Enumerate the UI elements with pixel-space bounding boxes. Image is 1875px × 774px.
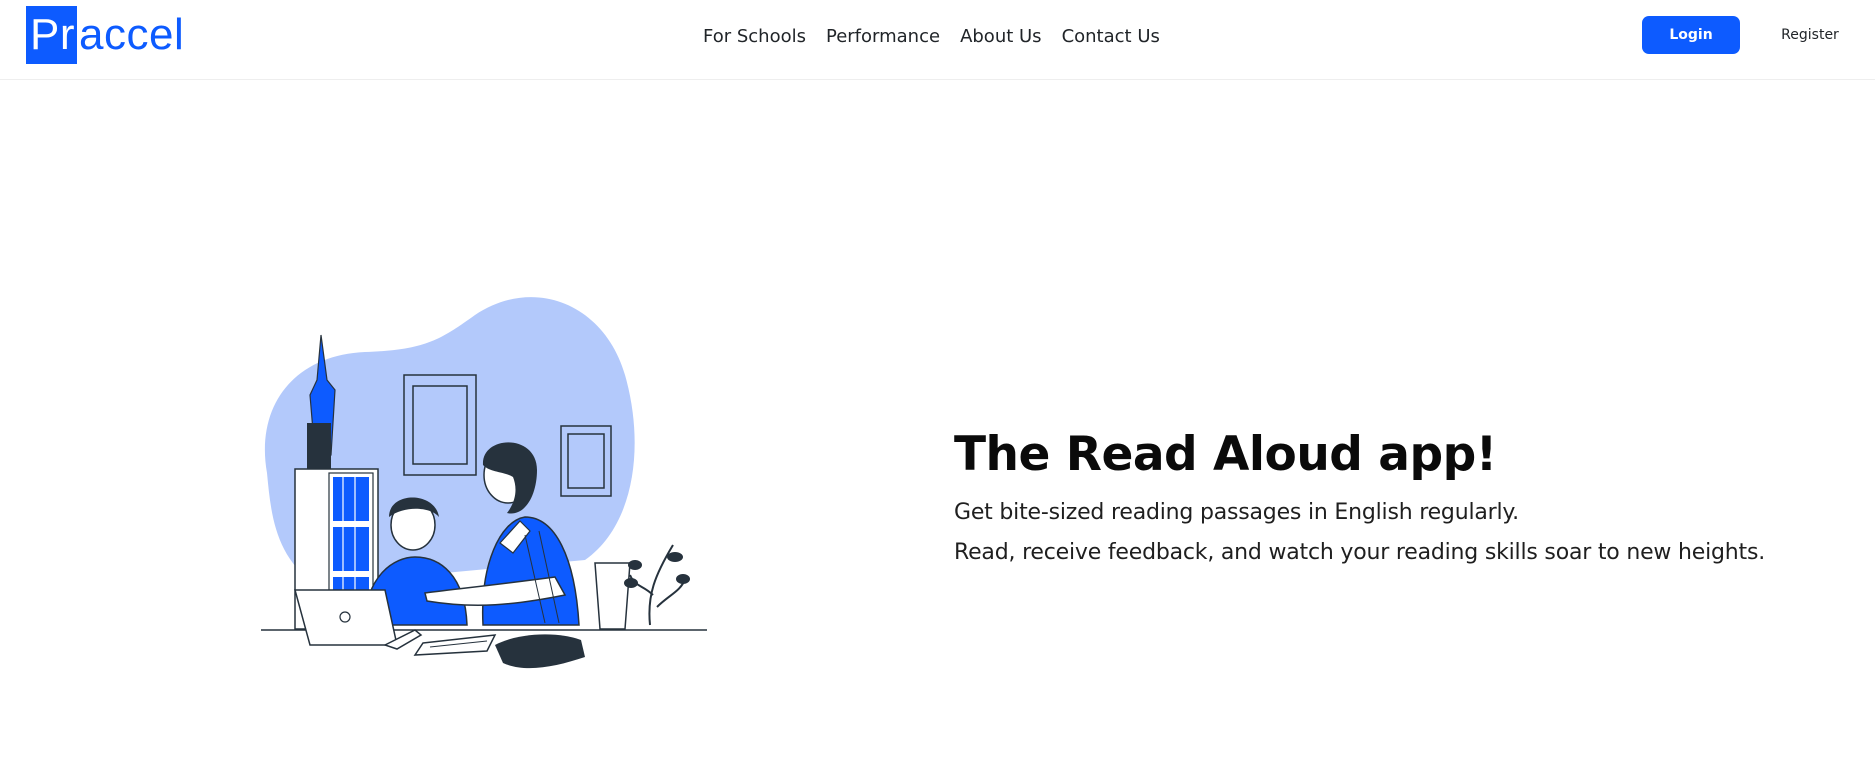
nav-link-for-schools[interactable]: For Schools [703, 26, 816, 47]
nav-link-performance[interactable]: Performance [816, 26, 950, 47]
nav-link-about-us[interactable]: About Us [950, 26, 1052, 47]
hero-subtitle-line-1: Get bite-sized reading passages in Engli… [954, 500, 1519, 525]
hero-title: The Read Aloud app! [954, 427, 1497, 482]
nav-links: For Schools Performance About Us Contact… [703, 20, 1170, 52]
nav-link-contact-us[interactable]: Contact Us [1052, 26, 1170, 47]
logo-text: accel [79, 10, 185, 59]
logo-highlight-text: Pr [26, 6, 77, 64]
hero-illustration [261, 297, 707, 669]
hero-subtitle-line-2: Read, receive feedback, and watch your r… [954, 540, 1765, 565]
brand-logo[interactable]: Pr accel [26, 6, 184, 64]
hero-text: The Read Aloud app! Get bite-sized readi… [954, 425, 1804, 573]
register-link[interactable]: Register [1760, 16, 1860, 54]
top-navbar: Pr accel For Schools Performance About Us… [0, 0, 1875, 80]
login-button[interactable]: Login [1642, 16, 1740, 54]
